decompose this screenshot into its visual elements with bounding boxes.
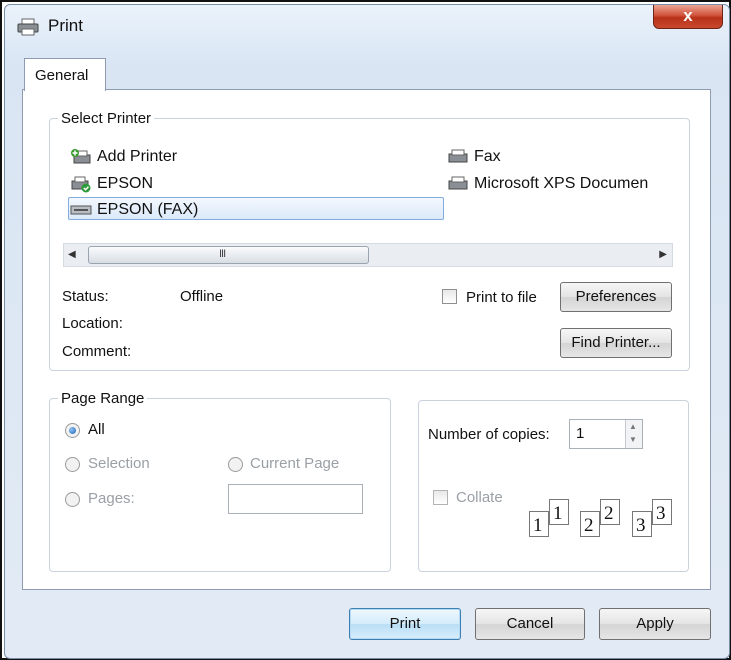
current-page-label: Current Page xyxy=(250,455,340,472)
preferences-button[interactable]: Preferences xyxy=(560,282,672,312)
selection-label: Selection xyxy=(88,455,150,472)
page-range-legend: Page Range xyxy=(61,390,145,407)
collate-checkbox[interactable] xyxy=(433,490,448,505)
screenshot-frame: Print x General Select Printer Add Print… xyxy=(0,0,731,660)
copies-value: 1 xyxy=(576,425,585,442)
printer-name: Fax xyxy=(474,148,501,165)
scroll-right-arrow-icon[interactable]: ▶ xyxy=(659,249,667,260)
copies-stepper[interactable]: 1 ▲ ▼ xyxy=(569,419,643,449)
find-printer-button[interactable]: Find Printer... xyxy=(560,328,672,358)
cancel-button[interactable]: Cancel xyxy=(475,608,585,640)
collate-page: 2 xyxy=(580,511,600,537)
close-button[interactable]: x xyxy=(653,5,723,29)
printer-name: Add Printer xyxy=(97,148,178,165)
collate-page: 3 xyxy=(632,511,652,537)
printer-name: Microsoft XPS Documen xyxy=(474,175,649,192)
comment-label: Comment: xyxy=(62,343,132,360)
collate-page: 3 xyxy=(652,499,672,525)
pages-input[interactable] xyxy=(228,484,363,514)
status-label: Status: xyxy=(62,288,109,305)
apply-button[interactable]: Apply xyxy=(599,608,711,640)
all-label: All xyxy=(88,421,105,438)
collate-label: Collate xyxy=(456,489,503,506)
scrollbar-grip: III xyxy=(219,248,226,260)
pages-radio[interactable] xyxy=(65,492,80,507)
printer-name: EPSON xyxy=(97,175,154,192)
printer-icon xyxy=(448,149,468,163)
collate-page: 1 xyxy=(549,499,569,525)
tab-general[interactable]: General xyxy=(24,58,106,91)
scrollbar-thumb[interactable]: III xyxy=(88,246,369,264)
print-button[interactable]: Print xyxy=(349,608,461,640)
printer-icon xyxy=(17,18,39,36)
title-bar[interactable]: Print xyxy=(5,5,729,45)
collate-page: 1 xyxy=(529,511,549,537)
print-to-file-checkbox[interactable] xyxy=(442,289,457,304)
number-of-copies-label: Number of copies: xyxy=(428,426,550,443)
all-radio[interactable] xyxy=(65,423,80,438)
location-label: Location: xyxy=(62,315,123,332)
window-title: Print xyxy=(48,16,83,35)
scroll-left-arrow-icon[interactable]: ◀ xyxy=(68,249,76,260)
select-printer-legend: Select Printer xyxy=(61,110,152,127)
default-printer-icon xyxy=(71,176,91,193)
printer-icon xyxy=(448,176,468,190)
page-range-group: Page Range xyxy=(49,390,391,572)
printer-name: EPSON (FAX) xyxy=(97,201,199,218)
current-page-radio[interactable] xyxy=(228,457,243,472)
collate-page: 2 xyxy=(600,499,620,525)
add-printer-icon xyxy=(71,149,91,164)
status-value: Offline xyxy=(180,288,224,305)
print-to-file-label: Print to file xyxy=(466,289,537,306)
fax-printer-icon xyxy=(70,205,92,215)
printer-list-scrollbar[interactable]: ◀ III ▶ xyxy=(63,243,673,267)
spin-up-icon[interactable]: ▲ xyxy=(629,422,637,431)
pages-label: Pages: xyxy=(88,490,135,507)
selection-radio[interactable] xyxy=(65,457,80,472)
copies-spinner[interactable]: ▲ ▼ xyxy=(625,420,642,448)
spin-down-icon[interactable]: ▼ xyxy=(629,435,637,444)
